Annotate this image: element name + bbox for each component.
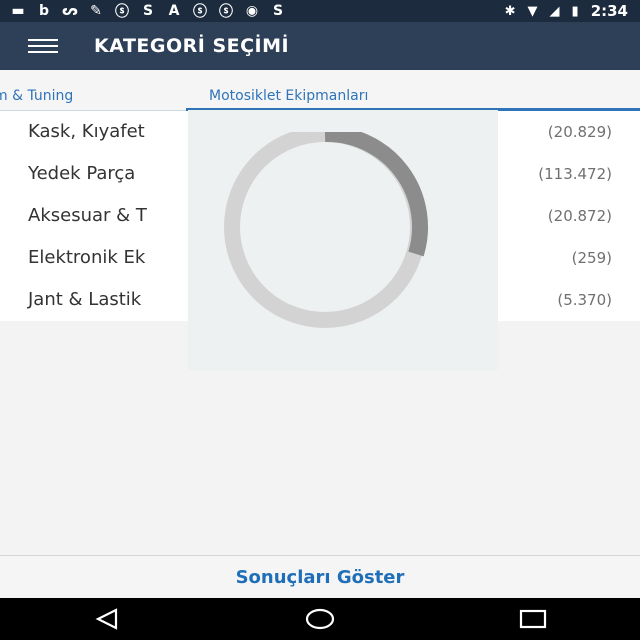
tab-motosiklet-ekipmanlari[interactable]: Motosiklet Ekipmanları [209,88,368,104]
category-count: (113.472) [538,165,612,183]
signal-icon: ◢ [549,3,560,19]
category-name: Yedek Parça [28,163,136,184]
category-name: Kask, Kıyafet [28,121,145,142]
wifi-icon: ▼ [527,3,538,19]
sf-icon: ⓢ [219,4,233,20]
sf-icon: ⓢ [193,4,207,20]
app-bar: KATEGORİ SEÇİMİ [0,22,640,70]
show-results-button[interactable]: Sonuçları Göster [236,567,405,588]
category-count: (20.872) [547,207,612,225]
wrench-icon: ✎ [90,3,102,19]
system-navigation-bar [0,598,640,640]
category-name: Elektronik Ek [28,247,146,268]
notification-icons: ▬ b ᔕ ✎ ⓢ S A ⓢ ⓢ ◉ S [0,1,286,21]
a-icon: A [168,3,180,19]
b-icon: b [38,3,50,19]
s-icon: S [272,3,284,19]
page-title: KATEGORİ SEÇİMİ [94,35,290,57]
category-count: (20.829) [547,123,612,141]
home-icon[interactable] [290,598,350,640]
category-tabs: m & Tuning Motosiklet Ekipmanları [0,70,640,111]
tab-tuning[interactable]: m & Tuning [0,88,73,104]
bird-icon: ᔕ [62,3,78,19]
s-icon: S [142,3,154,19]
category-name: Jant & Lastik [28,289,142,310]
category-name: Aksesuar & T [28,205,147,226]
message-icon: ▬ [11,3,25,19]
bottom-action-bar: Sonuçları Göster [0,555,640,599]
battery-icon: ▮ [571,3,579,19]
system-status: ✱ ▼ ◢ ▮ 2:34 [493,2,640,20]
loading-spinner-icon [224,132,428,328]
clock: 2:34 [590,2,628,20]
sports-icon: ◉ [245,3,259,19]
sf-icon: ⓢ [115,4,129,20]
back-icon[interactable] [77,598,137,640]
status-bar: ▬ b ᔕ ✎ ⓢ S A ⓢ ⓢ ◉ S ✱ ▼ ◢ ▮ 2:34 [0,0,640,22]
category-count: (5.370) [557,291,612,309]
hamburger-menu-icon[interactable] [28,37,60,55]
loading-overlay [188,110,498,370]
bluetooth-icon: ✱ [504,3,516,19]
recents-icon[interactable] [503,598,563,640]
category-count: (259) [571,249,612,267]
